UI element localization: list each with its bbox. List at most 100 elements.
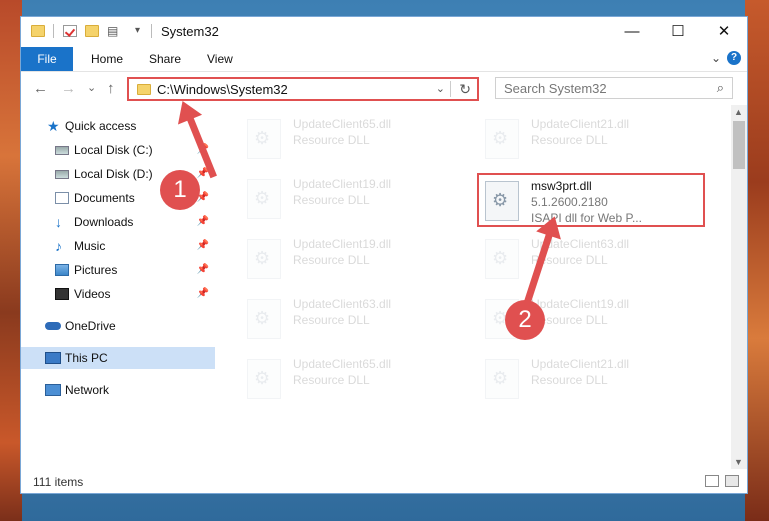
file-description: Resource DLL (293, 253, 370, 267)
callout-badge-2: 2 (505, 300, 545, 340)
item-count: 111 items (33, 475, 84, 489)
vertical-scrollbar[interactable]: ▲ ▼ (731, 105, 747, 469)
close-button[interactable]: ✕ (701, 17, 747, 47)
maximize-button[interactable]: ☐ (655, 17, 701, 47)
pin-icon: 📌 (196, 216, 209, 227)
dll-file-icon (485, 359, 519, 399)
cloud-icon (45, 322, 61, 330)
properties-icon[interactable] (63, 25, 77, 37)
sidebar-item-label: This PC (65, 351, 108, 365)
file-item[interactable]: UpdateClient63.dll Resource DLL (479, 233, 707, 287)
file-name: UpdateClient19.dll (531, 297, 630, 311)
minimize-button[interactable]: — (609, 17, 655, 47)
address-path[interactable]: C:\Windows\System32 (157, 82, 288, 97)
search-box[interactable]: Search System32 ⌕ (495, 77, 733, 99)
computer-icon (45, 352, 61, 364)
sidebar-item-local-disk-c[interactable]: Local Disk (C:) 📌 (21, 139, 215, 161)
sidebar-item-downloads[interactable]: ↓ Downloads 📌 (21, 211, 215, 233)
customize-toolbar-chevron-icon[interactable]: ▾ (135, 25, 149, 37)
desktop-wallpaper-right (745, 0, 769, 521)
sidebar-item-label: Quick access (65, 119, 137, 133)
callout-badge-1: 1 (160, 170, 200, 210)
tab-file[interactable]: File (21, 47, 73, 71)
back-button[interactable]: ← (33, 80, 48, 97)
ribbon-tabs: File Home Share View ⌄ ? (21, 47, 747, 72)
expand-ribbon-chevron-icon[interactable]: ⌄ (711, 51, 721, 65)
sidebar-item-label: Downloads (74, 215, 134, 229)
file-name: UpdateClient65.dll (293, 357, 392, 371)
file-name: UpdateClient21.dll (531, 117, 630, 131)
help-icon[interactable]: ? (727, 51, 741, 65)
sidebar-item-label: Local Disk (D:) (74, 167, 153, 181)
file-description: Resource DLL (531, 133, 608, 147)
sidebar-item-pictures[interactable]: Pictures 📌 (21, 259, 215, 281)
file-name: UpdateClient63.dll (293, 297, 392, 311)
file-item[interactable]: UpdateClient65.dll Resource DLL (241, 113, 469, 167)
file-item[interactable]: UpdateClient65.dll Resource DLL (241, 353, 469, 407)
forward-button[interactable]: → (61, 80, 76, 97)
new-folder-icon[interactable] (85, 25, 99, 37)
dll-file-icon (247, 119, 281, 159)
search-icon: ⌕ (716, 80, 724, 95)
dll-file-icon (247, 239, 281, 279)
large-icons-view-icon[interactable] (725, 475, 739, 487)
navigation-pane: ★ Quick access Local Disk (C:) 📌 Local D… (21, 105, 215, 469)
sidebar-item-videos[interactable]: Videos 📌 (21, 283, 215, 305)
file-item[interactable]: UpdateClient21.dll Resource DLL (479, 113, 707, 167)
refresh-button[interactable]: ↻ (459, 81, 471, 98)
title-separator (151, 24, 152, 38)
sidebar-item-onedrive[interactable]: OneDrive (21, 315, 215, 337)
dll-file-icon (247, 299, 281, 339)
file-description: Resource DLL (293, 193, 370, 207)
scroll-up-icon[interactable]: ▲ (734, 107, 743, 117)
address-divider (450, 81, 451, 97)
file-item-msw3prt[interactable]: msw3prt.dll 5.1.2600.2180 ISAPI dll for … (477, 173, 705, 227)
file-description: Resource DLL (293, 313, 370, 327)
scrollbar-thumb[interactable] (733, 121, 745, 169)
address-dropdown-chevron-icon[interactable]: ⌄ (436, 82, 445, 95)
network-icon (45, 384, 61, 396)
file-explorer-window: ▤ ▾ System32 — ☐ ✕ File Home Share View … (20, 16, 748, 494)
sidebar-item-label: Local Disk (C:) (74, 143, 153, 157)
pin-icon: 📌 (196, 288, 209, 299)
file-list: UpdateClient65.dll Resource DLL UpdateCl… (233, 105, 729, 469)
file-description: Resource DLL (293, 133, 370, 147)
sidebar-item-music[interactable]: ♪ Music 📌 (21, 235, 215, 257)
file-name: UpdateClient19.dll (293, 237, 392, 251)
tab-share[interactable]: Share (149, 47, 181, 71)
star-icon: ★ (47, 118, 60, 134)
folder-icon (137, 84, 151, 95)
file-name: msw3prt.dll (531, 179, 592, 193)
pictures-icon (55, 264, 69, 276)
dll-file-icon (485, 119, 519, 159)
dll-file-icon (247, 359, 281, 399)
dll-file-icon (247, 179, 281, 219)
window-title: System32 (161, 24, 219, 39)
search-input[interactable]: Search System32 (504, 81, 607, 96)
sidebar-item-label: Pictures (74, 263, 118, 277)
file-item[interactable]: UpdateClient21.dll Resource DLL (479, 353, 707, 407)
recent-locations-chevron-icon[interactable]: ⌄ (87, 81, 96, 94)
dll-file-icon (485, 239, 519, 279)
file-item[interactable]: UpdateClient63.dll Resource DLL (241, 293, 469, 347)
sidebar-item-label: Documents (74, 191, 135, 205)
folder-icon (31, 25, 45, 37)
tab-view[interactable]: View (207, 47, 233, 71)
scroll-down-icon[interactable]: ▼ (734, 457, 743, 467)
sidebar-item-network[interactable]: Network (21, 379, 215, 401)
file-item[interactable]: UpdateClient19.dll Resource DLL (241, 233, 469, 287)
details-view-icon[interactable] (705, 475, 719, 487)
file-item[interactable]: UpdateClient19.dll Resource DLL (241, 173, 469, 227)
sidebar-item-label: Network (65, 383, 110, 397)
drive-icon (55, 170, 69, 179)
desktop-wallpaper-left (0, 0, 22, 521)
dll-file-icon (485, 181, 519, 221)
address-bar[interactable]: C:\Windows\System32 ⌄ ↻ (127, 77, 479, 101)
quick-access-toolbar-icon[interactable]: ▤ (107, 25, 121, 37)
tab-home[interactable]: Home (91, 47, 123, 71)
documents-icon (55, 192, 69, 204)
up-button[interactable]: ↑ (107, 80, 115, 97)
sidebar-item-this-pc[interactable]: This PC (21, 347, 215, 369)
status-bar: 111 items (21, 471, 747, 493)
pin-icon: 📌 (196, 240, 209, 251)
